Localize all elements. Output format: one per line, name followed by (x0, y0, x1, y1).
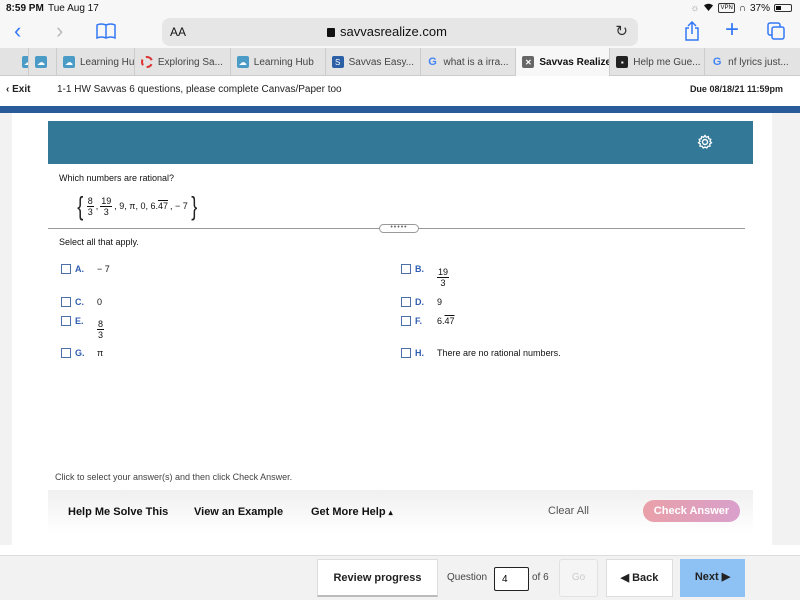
checkbox[interactable] (401, 297, 411, 307)
tab-2[interactable]: ☁ (29, 48, 57, 76)
website-icon: ▪ (616, 56, 629, 68)
brand-bar (0, 106, 800, 113)
tab-strip: ☁ ☁ ☁Learning Hu Exploring Sa... ☁Learni… (0, 48, 800, 76)
caret-up-icon: ▴ (388, 508, 393, 517)
choice-a[interactable]: A. − 7 (61, 264, 110, 274)
cloud-icon: ☁ (62, 56, 75, 68)
cloud-icon: ☁ (236, 56, 249, 68)
choice-d[interactable]: D. 9 (401, 297, 442, 307)
status-bar: 8:59 PM Tue Aug 17 ☼ VPN ∩ 37% (0, 0, 800, 16)
arrow-left-icon: ◀ (620, 572, 630, 584)
close-tab-icon[interactable]: ✕ (522, 56, 535, 68)
exit-button[interactable]: ‹ Exit (6, 84, 30, 95)
url-text: savvasrealize.com (340, 24, 447, 39)
review-progress-button[interactable]: Review progress (317, 559, 438, 597)
choice-f[interactable]: F. 6.47 (401, 316, 455, 326)
checkbox[interactable] (401, 348, 411, 358)
go-button[interactable]: Go (559, 559, 598, 597)
google-icon: G (428, 56, 437, 68)
choice-h[interactable]: H. There are no rational numbers. (401, 348, 561, 358)
wifi-icon (703, 2, 714, 14)
text-size-button[interactable]: AA (170, 25, 186, 39)
tab-1[interactable]: ☁ (0, 48, 29, 76)
reload-icon[interactable]: ↻ (615, 22, 628, 40)
tab-5[interactable]: ☁ Learning Hub (231, 48, 326, 76)
cloud-icon: ☁ (22, 56, 28, 68)
number-set: { 83 , 19 3 , 9, π, 0, 6. 47, − 7 } (77, 191, 198, 221)
tab-4[interactable]: Exploring Sa... (135, 48, 231, 76)
headphones-icon: ∩ (738, 2, 746, 14)
checkbox[interactable] (401, 316, 411, 326)
checkbox[interactable] (61, 316, 71, 326)
savvas-easybridge-icon: S (331, 56, 344, 68)
checkbox[interactable] (61, 348, 71, 358)
assignment-header: ‹ Exit 1-1 HW Savvas 6 questions, please… (0, 76, 800, 106)
choice-b[interactable]: B. 19 3 (401, 264, 450, 288)
tabs-icon[interactable] (767, 22, 785, 45)
choice-e[interactable]: E. 83 (61, 316, 105, 340)
bookmarks-icon[interactable] (96, 23, 116, 44)
back-icon[interactable]: ‹ (14, 19, 21, 43)
hint-text: Click to select your answer(s) and then … (55, 472, 293, 482)
choice-g[interactable]: G. π (61, 348, 103, 358)
new-tab-icon[interactable]: + (725, 16, 739, 44)
address-bar[interactable]: AA savvasrealize.com ↻ (162, 18, 638, 46)
arrow-right-icon: ▶ (721, 571, 731, 583)
status-date: Tue Aug 17 (48, 3, 99, 14)
tab-7[interactable]: Gwhat is a irra... (421, 48, 517, 76)
browser-toolbar: ‹ › AA savvasrealize.com ↻ + (0, 16, 800, 48)
vpn-icon: VPN (718, 3, 735, 13)
help-me-solve-button[interactable]: Help Me Solve This (68, 506, 168, 518)
fraction: 83 (86, 195, 94, 217)
question-prompt: Which numbers are rational? (59, 173, 175, 183)
savvas-logo-icon (140, 56, 153, 68)
checkbox[interactable] (61, 264, 71, 274)
forward-icon[interactable]: › (56, 19, 63, 43)
lock-icon (327, 28, 335, 37)
tab-8-active[interactable]: ✕ Savvas Realize (516, 48, 611, 76)
gear-icon[interactable] (697, 134, 713, 150)
choice-c[interactable]: C. 0 (61, 297, 102, 307)
question-label: Question (447, 572, 488, 583)
view-example-button[interactable]: View an Example (194, 506, 283, 518)
question-header (48, 121, 753, 164)
google-icon: G (712, 56, 722, 68)
get-more-help-button[interactable]: Get More Help ▴ (311, 506, 393, 518)
status-icons: ☼ VPN ∩ 37% (690, 2, 792, 14)
tab-10[interactable]: Gnf lyrics just... (705, 48, 800, 76)
due-date: Due 08/18/21 11:59pm (689, 84, 783, 94)
tab-6[interactable]: S Savvas Easy... (326, 48, 421, 76)
status-time: 8:59 PM (6, 3, 44, 14)
instruction-text: Select all that apply. (59, 237, 139, 247)
checkbox[interactable] (61, 297, 71, 307)
back-button[interactable]: ◀ Back (606, 559, 673, 597)
check-answer-button[interactable]: Check Answer (643, 500, 740, 522)
battery-percent: 37% (749, 2, 770, 14)
question-total: of 6 (532, 572, 549, 583)
share-icon[interactable] (685, 20, 699, 46)
clear-all-button[interactable]: Clear All (548, 505, 589, 517)
left-brace: { (77, 191, 84, 221)
brightness-icon: ☼ (690, 2, 700, 14)
next-button[interactable]: Next ▶ (680, 559, 745, 597)
tab-9[interactable]: ▪ Help me Gue... (610, 48, 706, 76)
cloud-icon: ☁ (35, 56, 47, 68)
fraction: 19 3 (100, 195, 113, 217)
assignment-title: 1-1 HW Savvas 6 questions, please comple… (57, 84, 342, 95)
tab-3[interactable]: ☁ Learning Hu (57, 48, 135, 76)
divider-drag-handle[interactable]: ••••• (379, 224, 419, 233)
battery-icon (774, 4, 792, 12)
question-number-input[interactable] (494, 567, 529, 591)
checkbox[interactable] (401, 264, 411, 274)
right-brace: } (191, 191, 198, 221)
